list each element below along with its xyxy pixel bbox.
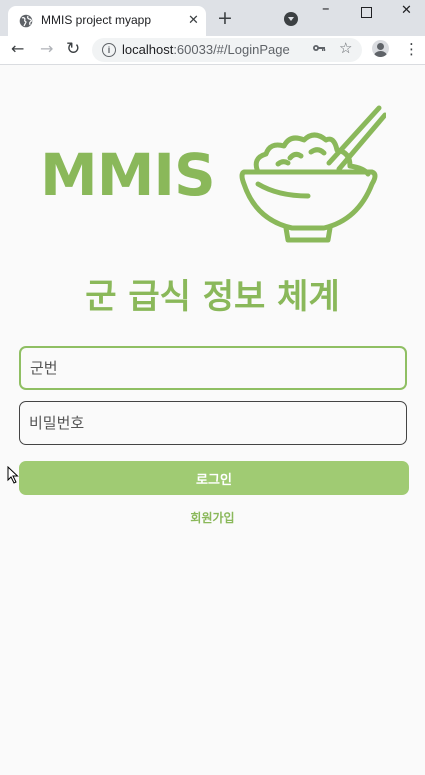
forward-arrow-icon[interactable]: →	[40, 38, 53, 60]
browser-tab[interactable]: MMIS project myapp ✕	[8, 6, 206, 36]
window-close-icon[interactable]: ✕	[401, 3, 412, 19]
maximize-icon[interactable]	[361, 7, 372, 18]
page-title: 군 급식 정보 체계	[85, 277, 340, 317]
star-icon[interactable]: ☆	[339, 39, 352, 57]
service-number-field[interactable]	[19, 346, 407, 390]
address-bar[interactable]: i localhost:60033/#/LoginPage ☆	[92, 38, 362, 62]
close-icon[interactable]: ✕	[188, 14, 199, 28]
signup-link[interactable]: 회원가입	[0, 510, 425, 526]
avatar-icon[interactable]	[372, 40, 389, 57]
mouse-cursor-icon	[7, 466, 19, 484]
reload-icon[interactable]: ↻	[66, 38, 80, 60]
url-text[interactable]: localhost:60033/#/LoginPage	[122, 42, 290, 57]
info-icon[interactable]: i	[102, 43, 116, 57]
url-host: localhost	[122, 42, 174, 57]
minimize-icon[interactable]: –	[322, 0, 330, 16]
browser-toolbar: ← → ↻ i localhost:60033/#/LoginPage ☆ ⋮	[0, 36, 425, 65]
back-arrow-icon[interactable]: ←	[11, 38, 24, 60]
profile-dropdown-icon[interactable]	[284, 12, 298, 26]
login-button[interactable]: 로그인	[19, 461, 409, 495]
logo-text: MMIS	[40, 141, 216, 209]
password-input[interactable]	[20, 402, 406, 444]
globe-icon	[19, 14, 33, 28]
key-icon[interactable]	[312, 41, 326, 55]
plus-icon[interactable]: +	[217, 8, 233, 28]
rice-bowl-icon	[239, 105, 386, 243]
kebab-menu-icon[interactable]: ⋮	[404, 39, 419, 59]
password-field[interactable]	[19, 401, 407, 445]
tab-title: MMIS project myapp	[41, 13, 152, 27]
browser-titlebar: MMIS project myapp ✕ + – ✕	[0, 0, 425, 36]
service-number-input[interactable]	[21, 348, 405, 388]
url-path: :60033/#/LoginPage	[173, 42, 290, 57]
